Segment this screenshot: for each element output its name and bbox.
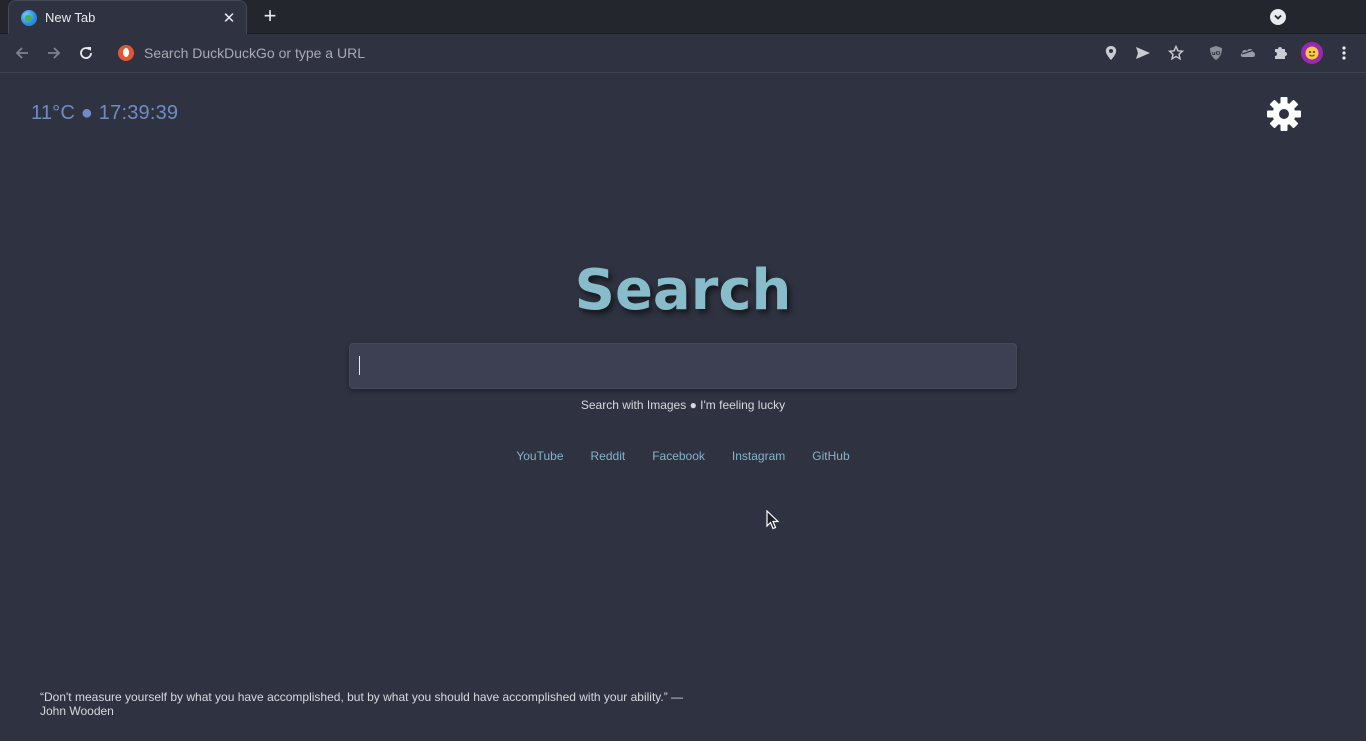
cloud-extension-button[interactable] xyxy=(1238,43,1258,63)
star-icon xyxy=(1168,45,1184,61)
settings-button[interactable] xyxy=(1266,96,1302,132)
tab-strip: New Tab ✕ + xyxy=(0,0,1366,34)
browser-toolbar: uO xyxy=(0,34,1366,73)
profile-avatar[interactable] xyxy=(1301,42,1323,64)
send-button[interactable] xyxy=(1133,43,1153,63)
back-button[interactable] xyxy=(10,41,34,65)
feeling-lucky-link[interactable]: I'm feeling lucky xyxy=(700,398,785,412)
tab-search-button[interactable] xyxy=(1270,9,1286,25)
extensions-button[interactable] xyxy=(1270,43,1290,63)
tab-title: New Tab xyxy=(45,10,96,25)
new-tab-button[interactable]: + xyxy=(258,5,282,29)
search-options: Search with Images ● I'm feeling lucky xyxy=(0,398,1366,412)
link-instagram[interactable]: Instagram xyxy=(732,449,785,463)
ublock-extension-button[interactable]: uO xyxy=(1206,43,1226,63)
text-caret xyxy=(359,356,360,375)
quote-text: “Don't measure yourself by what you have… xyxy=(40,690,684,718)
forward-button[interactable] xyxy=(42,41,66,65)
puzzle-extensions-icon xyxy=(1275,47,1287,59)
reload-icon xyxy=(80,47,92,59)
address-bar[interactable] xyxy=(108,38,1098,68)
reload-button[interactable] xyxy=(74,41,98,65)
forward-icon xyxy=(48,47,61,59)
address-input[interactable] xyxy=(142,44,1042,62)
link-github[interactable]: GitHub xyxy=(812,449,849,463)
quick-links: YouTube Reddit Facebook Instagram GitHub xyxy=(0,449,1366,463)
location-pin-icon xyxy=(1105,46,1117,60)
avatar-emoji-icon xyxy=(1305,46,1319,60)
svg-text:uO: uO xyxy=(1212,51,1221,57)
link-youtube[interactable]: YouTube xyxy=(516,449,563,463)
ublock-shield-icon: uO xyxy=(1210,46,1222,60)
tab-new-tab[interactable]: New Tab ✕ xyxy=(8,0,247,34)
gear-icon xyxy=(1267,97,1301,131)
bookmark-star-button[interactable] xyxy=(1166,43,1186,63)
browser-menu-button[interactable] xyxy=(1334,43,1354,63)
cursor-arrow-icon xyxy=(766,509,780,530)
options-separator: ● xyxy=(686,398,701,412)
cloud-extension-icon xyxy=(1240,49,1255,57)
page-title: Search xyxy=(574,258,792,323)
search-input[interactable] xyxy=(349,343,1017,389)
back-icon xyxy=(15,47,28,59)
mouse-cursor xyxy=(766,509,780,530)
duckduckgo-icon xyxy=(118,45,134,61)
globe-icon xyxy=(21,9,37,26)
location-pin-button[interactable] xyxy=(1101,43,1121,63)
link-facebook[interactable]: Facebook xyxy=(652,449,705,463)
close-icon[interactable]: ✕ xyxy=(220,9,238,27)
weather-clock: 11°C ● 17:39:39 xyxy=(31,102,179,124)
chevron-down-icon xyxy=(1274,14,1282,20)
search-with-images-link[interactable]: Search with Images xyxy=(581,398,686,412)
link-reddit[interactable]: Reddit xyxy=(591,449,626,463)
send-icon xyxy=(1136,47,1150,59)
more-vert-icon xyxy=(1342,46,1346,60)
